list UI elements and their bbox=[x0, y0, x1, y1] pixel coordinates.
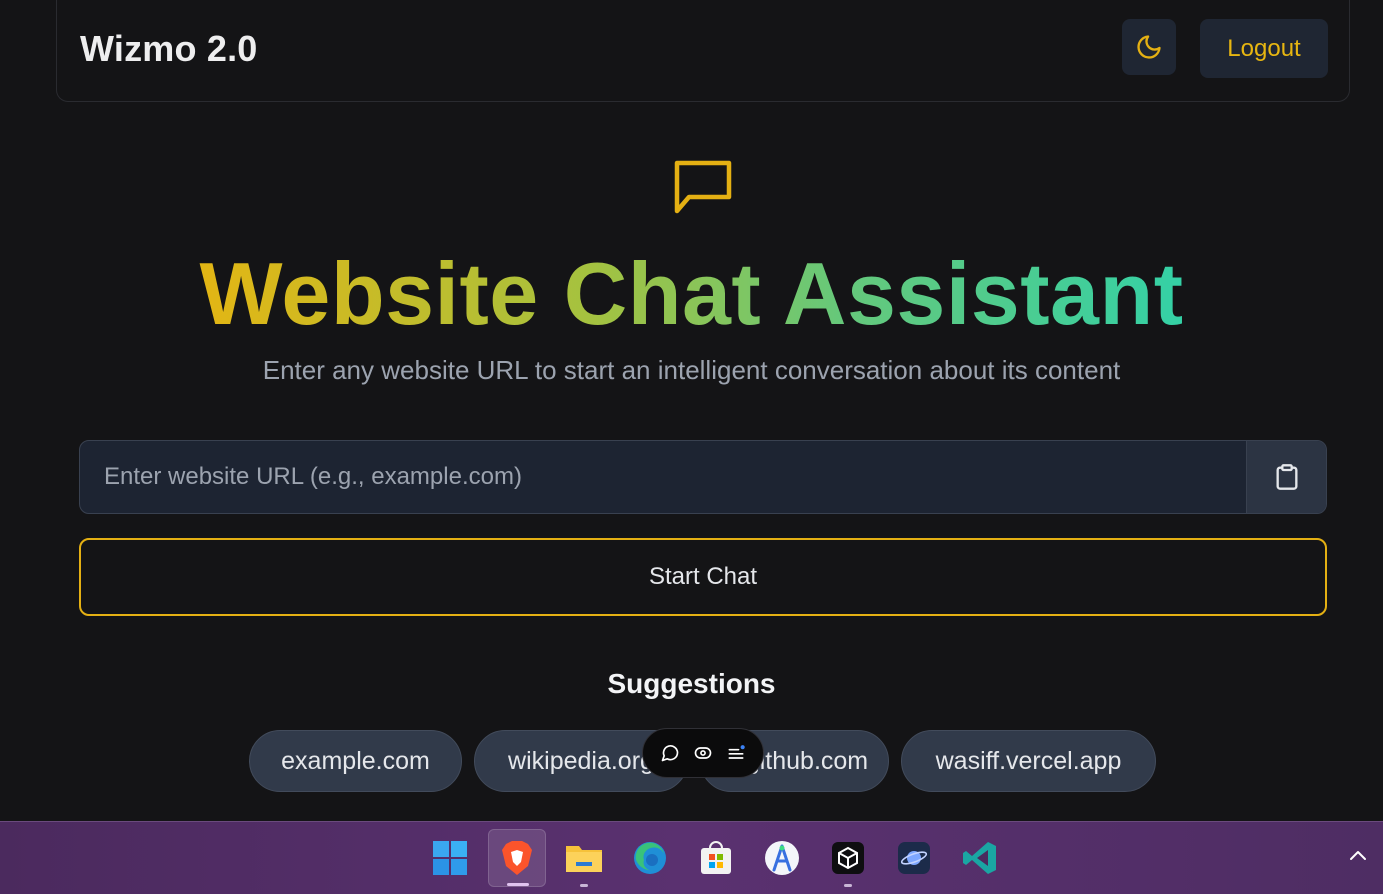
suggestions-title: Suggestions bbox=[607, 668, 776, 699]
comment-icon[interactable] bbox=[657, 740, 683, 766]
suggestion-chip[interactable]: wasiff.vercel.app bbox=[901, 730, 1156, 792]
taskbar bbox=[0, 821, 1383, 894]
windows-start-icon[interactable] bbox=[421, 829, 479, 887]
suggestion-chip[interactable]: example.com bbox=[249, 730, 462, 792]
eye-icon[interactable] bbox=[690, 740, 716, 766]
android-studio-icon[interactable] bbox=[753, 829, 811, 887]
page-title: Website Chat Assistant bbox=[199, 244, 1184, 343]
edge-icon[interactable] bbox=[621, 829, 679, 887]
list-icon[interactable] bbox=[723, 740, 749, 766]
url-input-group bbox=[79, 440, 1327, 514]
planet-app-icon[interactable] bbox=[885, 829, 943, 887]
brave-icon[interactable] bbox=[488, 829, 546, 887]
vscode-icon[interactable] bbox=[951, 829, 1009, 887]
url-input[interactable] bbox=[80, 441, 1246, 513]
microsoft-store-icon[interactable] bbox=[687, 829, 745, 887]
start-chat-button[interactable]: Start Chat bbox=[79, 538, 1327, 616]
clipboard-icon bbox=[1276, 464, 1297, 490]
chat-bubble-icon bbox=[674, 160, 732, 214]
app-header: Wizmo 2.0 Logout bbox=[56, 0, 1350, 102]
logout-button[interactable]: Logout bbox=[1200, 19, 1328, 78]
chevron-up-icon[interactable] bbox=[1348, 846, 1368, 866]
cube-app-icon[interactable] bbox=[819, 829, 877, 887]
floating-toolbar bbox=[642, 728, 764, 778]
file-explorer-icon[interactable] bbox=[555, 829, 613, 887]
theme-toggle-button[interactable] bbox=[1122, 19, 1176, 75]
brand-title: Wizmo 2.0 bbox=[80, 28, 258, 69]
paste-button[interactable] bbox=[1246, 441, 1326, 513]
moon-icon bbox=[1137, 35, 1161, 59]
page-subtitle: Enter any website URL to start an intell… bbox=[262, 355, 1121, 385]
